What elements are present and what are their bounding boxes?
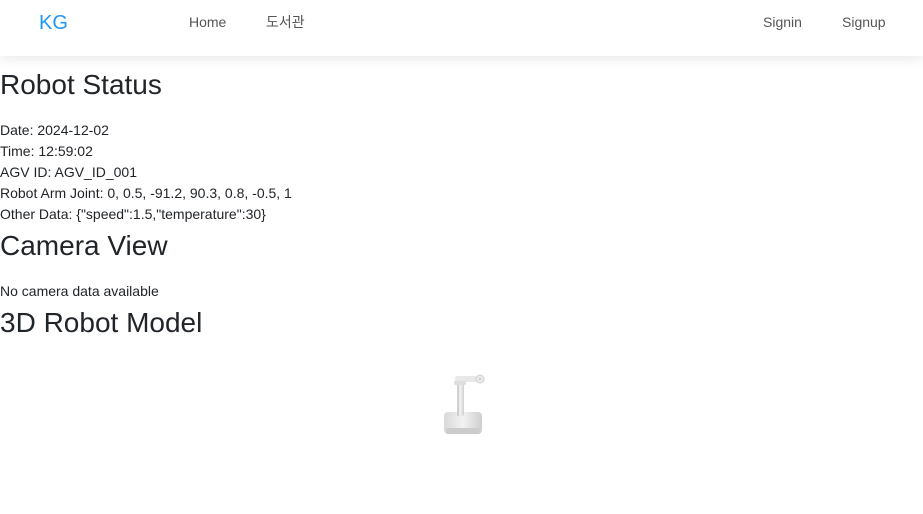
time-label: Time:	[0, 143, 35, 159]
camera-view-heading: Camera View	[0, 230, 168, 261]
status-time: Time: 12:59:02	[0, 142, 93, 160]
joint-label: Robot Arm Joint:	[0, 185, 104, 201]
robot-model-heading: 3D Robot Model	[0, 307, 203, 338]
signup-link[interactable]: Signup	[842, 13, 886, 31]
nav-library-link[interactable]: 도서관	[266, 13, 305, 31]
status-arm-joint: Robot Arm Joint: 0, 0.5, -91.2, 90.3, 0.…	[0, 184, 292, 202]
navbar: KG Home 도서관 Signin Signup	[0, 0, 923, 56]
camera-empty-message: No camera data available	[0, 283, 159, 299]
date-label: Date:	[0, 122, 34, 138]
status-other-data: Other Data: {"speed":1.5,"temperature":3…	[0, 205, 266, 223]
robot-status-heading: Robot Status	[0, 69, 162, 100]
joint-values: 0, 0.5, -91.2, 90.3, 0.8, -0.5, 1	[107, 185, 292, 201]
main-content: Robot Status Date: 2024-12-02 Time: 12:5…	[0, 56, 923, 514]
status-date: Date: 2024-12-02	[0, 121, 109, 139]
status-agv-id: AGV ID: AGV_ID_001	[0, 163, 137, 181]
agv-value: AGV_ID_001	[54, 164, 137, 180]
nav-home-link[interactable]: Home	[189, 13, 226, 31]
other-value: {"speed":1.5,"temperature":30}	[76, 206, 266, 222]
signin-link[interactable]: Signin	[763, 13, 802, 31]
robot-arm-model[interactable]	[440, 370, 490, 440]
date-value: 2024-12-02	[37, 122, 109, 138]
robot-3d-viewer[interactable]	[0, 346, 923, 514]
other-label: Other Data:	[0, 206, 73, 222]
agv-label: AGV ID:	[0, 164, 52, 180]
brand-logo[interactable]: KG	[39, 11, 68, 35]
time-value: 12:59:02	[38, 143, 93, 159]
